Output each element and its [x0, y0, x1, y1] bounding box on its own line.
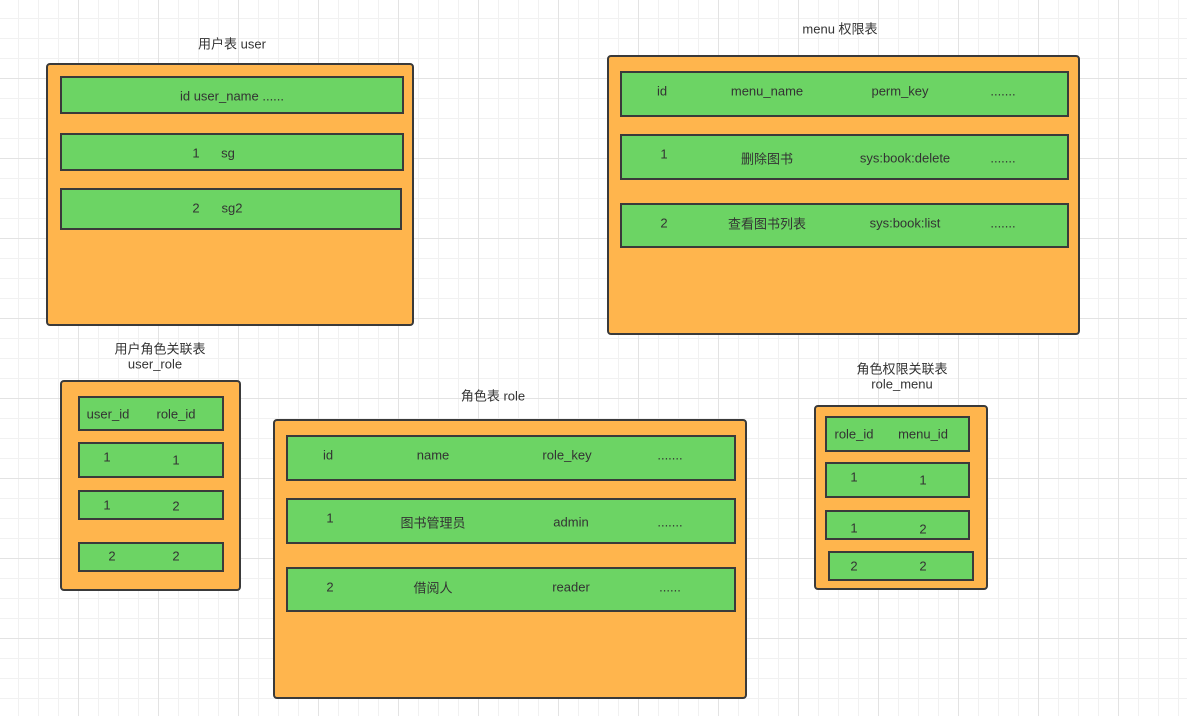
role-cell: 图书管理员	[400, 515, 466, 531]
role-cell: id	[322, 447, 334, 463]
role-cell: reader	[552, 579, 590, 595]
role-menu-cell: 1	[850, 469, 858, 485]
menu-cell: id	[656, 83, 668, 99]
role-cell: admin	[553, 514, 589, 530]
role-cell: 2	[326, 579, 334, 595]
role-menu-data-row	[825, 462, 970, 498]
menu-cell: 查看图书列表	[727, 216, 807, 232]
menu-cell: .......	[990, 150, 1016, 166]
role-menu-cell: 1	[919, 472, 927, 488]
role-menu-cell: 2	[850, 558, 858, 574]
user-title: 用户表 user	[198, 36, 266, 52]
role-title: 角色表 role	[460, 388, 526, 404]
menu-cell: sys:book:list	[869, 215, 941, 231]
user-role-cell: 1	[103, 497, 111, 513]
role-menu-cell: 2	[919, 521, 927, 537]
user-cell: 2	[192, 200, 200, 216]
role-cell: .......	[657, 447, 683, 463]
menu-cell: perm_key	[871, 83, 929, 99]
role-menu-cell: menu_id	[898, 426, 948, 442]
menu-cell: .......	[990, 215, 1016, 231]
user-role-cell: user_id	[86, 406, 130, 422]
user-cell: 1	[192, 145, 200, 161]
menu-cell: .......	[990, 83, 1016, 99]
user-role-cell: role_id	[156, 406, 196, 422]
user-cell: sg	[221, 145, 235, 161]
role-cell: .......	[657, 514, 683, 530]
role-menu-data-row	[825, 510, 970, 540]
user-cell: sg2	[221, 200, 243, 216]
user-role-cell: 1	[103, 449, 111, 465]
user-cell: id user_name ......	[179, 88, 285, 104]
user-role-title: 用户角色关联表	[114, 341, 206, 357]
role-menu-title: 角色权限关联表	[856, 361, 948, 377]
user-role-data-row	[78, 490, 224, 520]
user-role-title: user_role	[127, 356, 183, 372]
user-role-data-row	[78, 542, 224, 572]
role-menu-cell: 2	[919, 558, 927, 574]
user-role-cell: 1	[172, 452, 180, 468]
menu-cell: sys:book:delete	[859, 150, 951, 166]
role-cell: 1	[326, 510, 334, 526]
user-role-data-row	[78, 442, 224, 478]
menu-cell: menu_name	[730, 83, 804, 99]
role-cell: ......	[659, 579, 681, 595]
role-menu-title: role_menu	[871, 376, 933, 392]
user-role-cell: 2	[172, 548, 180, 564]
role-cell: name	[416, 447, 450, 463]
user-role-cell: 2	[172, 498, 180, 514]
menu-cell: 2	[660, 215, 668, 231]
menu-title: menu 权限表	[802, 21, 878, 37]
user-role-cell: 2	[108, 548, 116, 564]
role-cell: role_key	[542, 447, 592, 463]
menu-cell: 删除图书	[740, 151, 794, 167]
role-menu-cell: 1	[850, 520, 858, 536]
menu-cell: 1	[660, 146, 668, 162]
role-cell: 借阅人	[413, 580, 453, 596]
role-menu-cell: role_id	[834, 426, 874, 442]
